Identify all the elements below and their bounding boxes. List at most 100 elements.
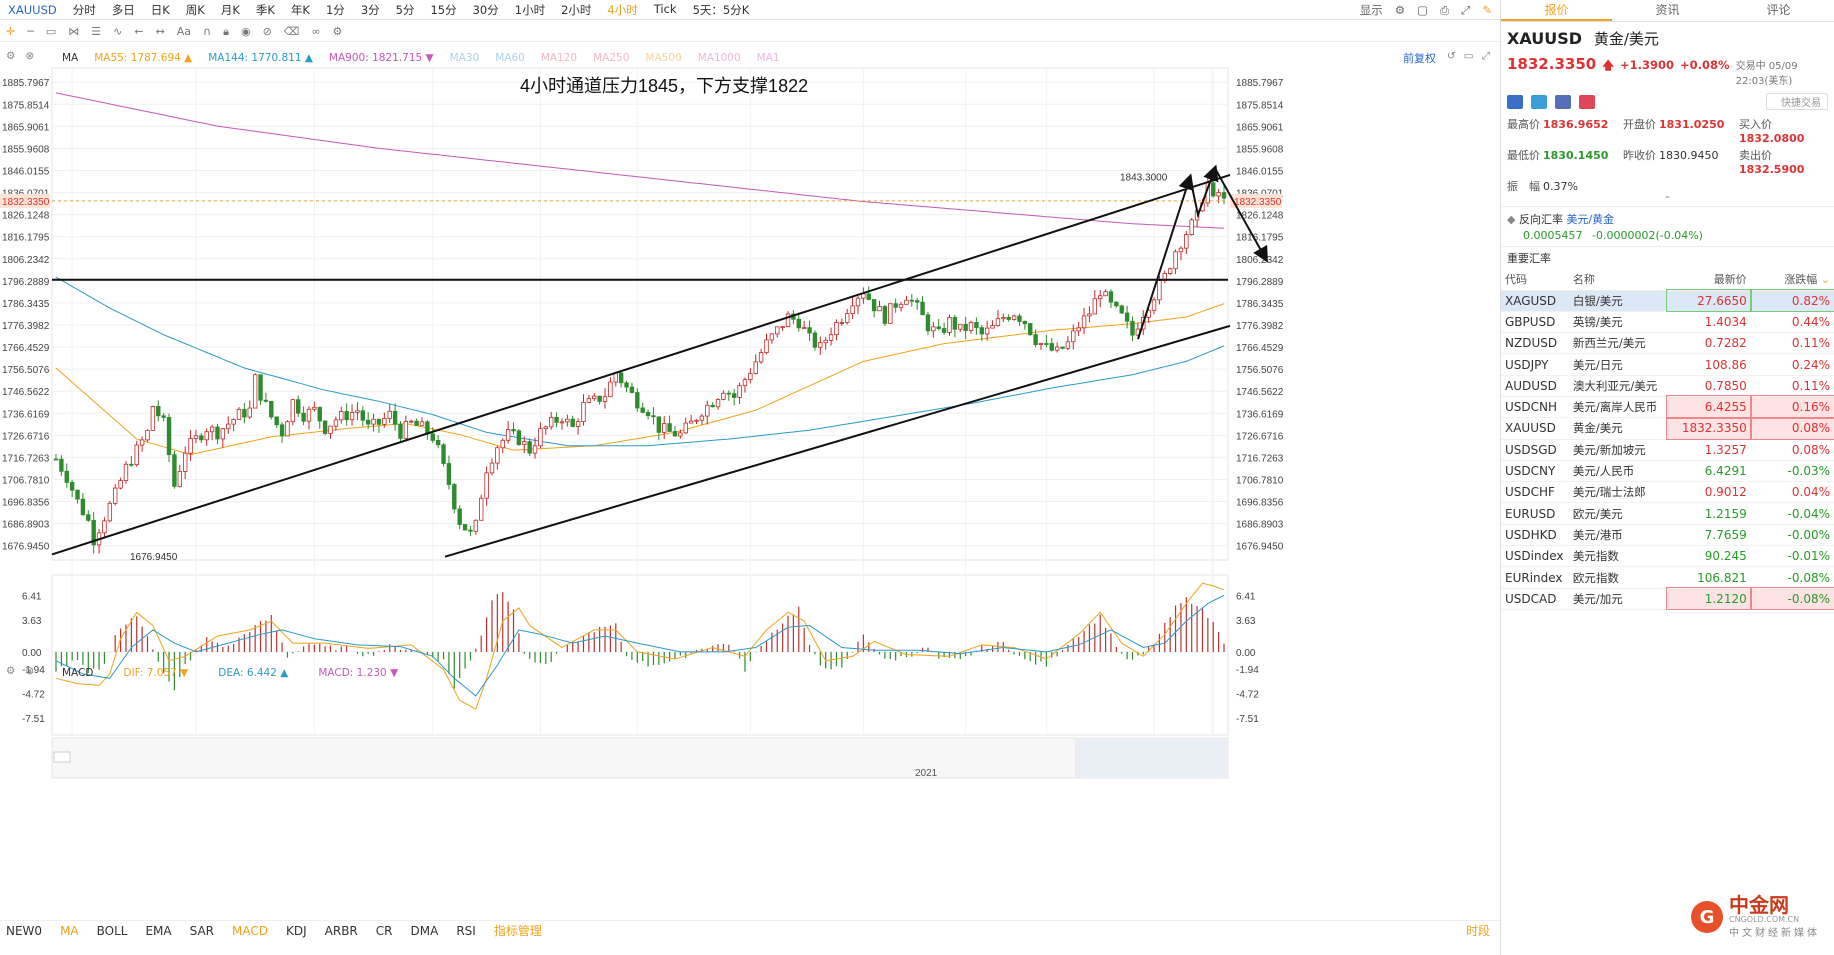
candle-up <box>285 421 290 437</box>
fx-row-usdcad[interactable]: USDCAD 美元/加元 1.2120 -0.08% <box>1501 587 1834 611</box>
collapse-icon[interactable]: ⌃ <box>1507 195 1828 206</box>
indicator-sar[interactable]: SAR <box>190 924 214 938</box>
y-tick-left: 1796.2889 <box>2 277 50 288</box>
candle-down <box>435 439 441 446</box>
indicator-boll[interactable]: BOLL <box>97 924 128 938</box>
fx-row-usdjpy[interactable]: USDJPY 美元/日元 108.86 0.24% <box>1501 353 1834 376</box>
reverse-pair[interactable]: 美元/黄金 <box>1566 213 1614 226</box>
chart-canvas[interactable]: 1885.7967 1885.7967 1875.8514 1875.8514 1865… <box>0 0 1500 920</box>
fx-row-usdcnh[interactable]: USDCNH 美元/离岸人民币 6.4255 0.16% <box>1501 395 1834 419</box>
ma-line-ma900 <box>55 92 1225 229</box>
fx-row-eurusd[interactable]: EURUSD 欧元/美元 1.2159 -0.04% <box>1501 502 1834 525</box>
reverse-rate: ◆ 反向汇率 美元/黄金 0.0005457 -0.0000002(-0.04%… <box>1501 206 1834 246</box>
fx-row-usdhkd[interactable]: USDHKD 美元/港币 7.7659 -0.00% <box>1501 524 1834 547</box>
indicator-ema[interactable]: EMA <box>145 924 171 938</box>
macd-settings-icon[interactable]: ⚙ <box>6 665 15 677</box>
candle-up <box>834 322 839 336</box>
quick-trade-button[interactable]: 快捷交易 <box>1766 93 1828 110</box>
fx-change: 0.24% <box>1750 353 1834 376</box>
stat-value: 1836.9652 <box>1543 118 1609 131</box>
col-price[interactable]: 最新价 <box>1667 269 1751 291</box>
candle-down <box>941 328 947 333</box>
col-name[interactable]: 名称 <box>1568 269 1668 291</box>
fx-row-eurindex[interactable]: EURindex 欧元指数 106.821 -0.08% <box>1501 566 1834 589</box>
fx-row-audusd[interactable]: AUDUSD 澳大利亚元/美元 0.7850 0.11% <box>1501 375 1834 397</box>
candle-up <box>839 322 845 324</box>
fx-name: 欧元指数 <box>1568 566 1668 589</box>
candle-down <box>452 484 457 510</box>
fx-row-usdchf[interactable]: USDCHF 美元/瑞士法郎 0.9012 0.04% <box>1501 481 1834 504</box>
candle-up <box>1189 219 1194 235</box>
panel-tab-2[interactable]: 评论 <box>1723 0 1834 21</box>
fx-row-xauusd[interactable]: XAUUSD 黄金/美元 1832.3350 0.08% <box>1501 416 1834 441</box>
indicator-manager-link[interactable]: 指标管理 <box>494 922 542 939</box>
macd-tick-right: 0.00 <box>1236 648 1256 659</box>
macd-legend-item-1[interactable]: DIF: 7.057 ▼ <box>123 667 188 679</box>
candle-down <box>1006 317 1011 320</box>
candle-down <box>796 318 801 329</box>
candle-up <box>984 327 990 335</box>
fx-code: USDCNH <box>1501 396 1569 419</box>
timeshare-button[interactable]: 时段 <box>1466 922 1490 939</box>
stat-value: 0.37% <box>1543 180 1578 193</box>
candle-up <box>382 417 387 425</box>
candle-down <box>710 404 715 408</box>
stat-value: 1831.0250 <box>1659 118 1725 131</box>
candle-down <box>974 322 979 328</box>
fx-price: 90.245 <box>1667 545 1751 568</box>
candle-up <box>613 372 618 383</box>
candle-up <box>1157 280 1162 301</box>
doc-icon[interactable] <box>1555 94 1571 109</box>
fx-name: 黄金/美元 <box>1568 417 1668 440</box>
fx-row-xagusd[interactable]: XAGUSD 白银/美元 27.6650 0.82% <box>1501 288 1834 313</box>
col-code[interactable]: 代码 <box>1501 269 1569 291</box>
candle-down <box>279 424 285 437</box>
candle-up <box>602 396 608 402</box>
tag-icon[interactable] <box>1531 94 1547 109</box>
panel-tab-0[interactable]: 报价 <box>1501 0 1612 21</box>
indicator-ma[interactable]: MA <box>60 924 79 938</box>
indicator-new0[interactable]: NEW0 <box>6 924 42 938</box>
y-tick-right: 1756.5076 <box>1236 365 1284 376</box>
macd-tick-right: -7.51 <box>1236 714 1259 725</box>
fx-row-nzdusd[interactable]: NZDUSD 新西兰元/美元 0.7282 0.11% <box>1501 332 1834 355</box>
fx-change: -0.00% <box>1750 524 1834 547</box>
indicator-dma[interactable]: DMA <box>411 924 439 938</box>
fx-row-usdindex[interactable]: USDindex 美元指数 90.245 -0.01% <box>1501 545 1834 568</box>
candle-down <box>1022 321 1028 324</box>
trade-status: 交易中 05/09 22:03(美东) <box>1735 61 1798 87</box>
y-tick-left: 1875.8514 <box>2 100 50 111</box>
indicator-cr[interactable]: CR <box>376 924 393 938</box>
fx-row-usdcny[interactable]: USDCNY 美元/人民币 6.4291 -0.03% <box>1501 460 1834 483</box>
macd-legend-item-3[interactable]: MACD: 1.230 ▼ <box>318 667 398 679</box>
low-annotation: 1676.9450 <box>130 552 178 563</box>
candle-up <box>113 487 118 504</box>
candle-up <box>220 428 226 440</box>
candle-up <box>990 325 995 329</box>
candle-down <box>1124 312 1130 322</box>
candle-up <box>592 395 597 400</box>
candle-up <box>1071 330 1076 343</box>
macd-close-icon[interactable]: ⊗ <box>25 665 34 677</box>
reverse-icon: ◆ <box>1507 213 1516 226</box>
y-tick-right: 1686.8903 <box>1236 520 1284 531</box>
indicator-rsi[interactable]: RSI <box>456 924 476 938</box>
candle-up <box>662 423 667 433</box>
candle-down <box>258 374 263 401</box>
macd-legend-item-2[interactable]: DEA: 6.442 ▲ <box>218 667 288 679</box>
up-arrow-icon: 🡅︎ <box>1602 58 1615 72</box>
candle-down <box>516 430 522 445</box>
fx-row-gbpusd[interactable]: GBPUSD 英镑/美元 1.4034 0.44% <box>1501 311 1834 334</box>
candle-down <box>344 411 349 421</box>
heart-icon[interactable] <box>1579 94 1595 109</box>
indicator-macd[interactable]: MACD <box>232 924 268 938</box>
y-tick-right: 1766.4529 <box>1236 343 1284 354</box>
macd-legend-item-0[interactable]: MACD <box>62 667 93 679</box>
indicator-kdj[interactable]: KDJ <box>286 924 307 938</box>
overview-year: 2021 <box>915 768 938 779</box>
panel-tab-1[interactable]: 资讯 <box>1612 0 1723 21</box>
indicator-arbr[interactable]: ARBR <box>325 924 358 938</box>
globe-icon[interactable] <box>1507 94 1523 109</box>
fx-row-usdsgd[interactable]: USDSGD 美元/新加坡元 1.3257 0.08% <box>1501 439 1834 461</box>
col-change[interactable]: 涨跌幅 ⌄ <box>1750 269 1834 291</box>
